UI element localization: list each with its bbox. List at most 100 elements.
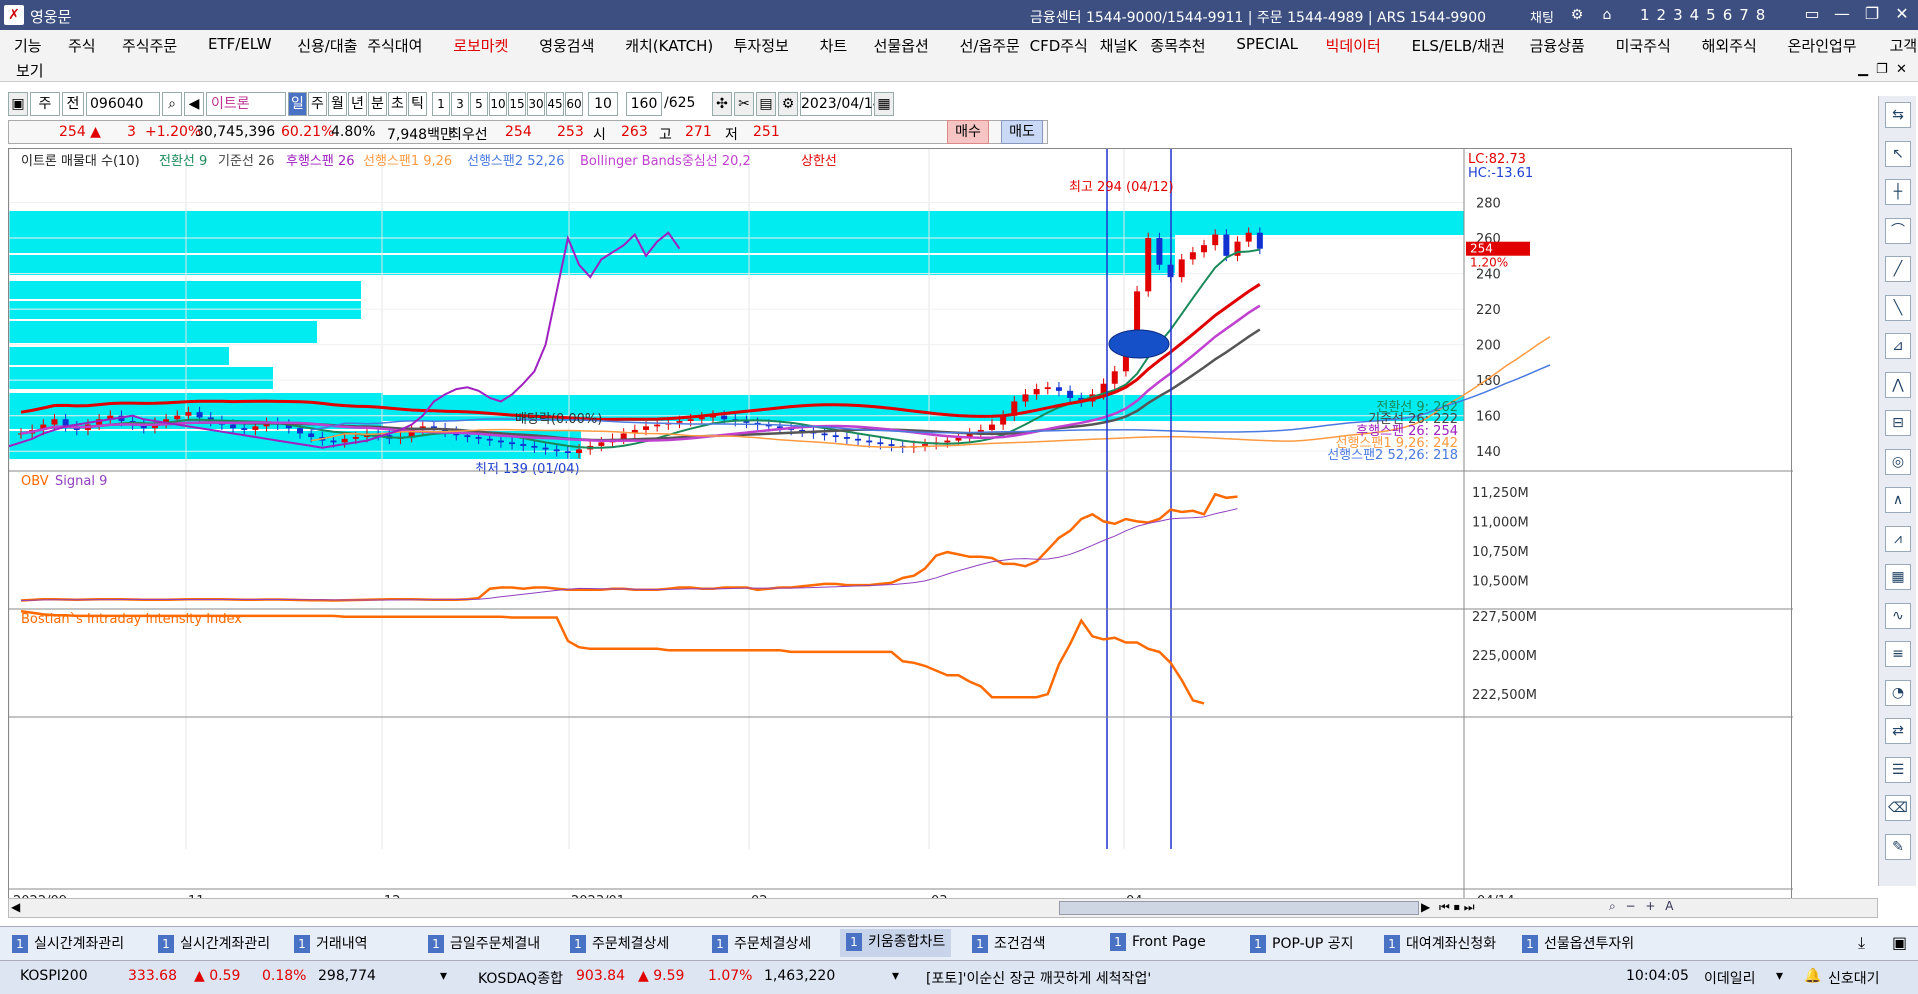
task-tab[interactable]: 1 POP-UP 공지 [1250,933,1354,953]
screen-number-tabs[interactable]: 12345678 [1640,6,1772,24]
compass-icon[interactable]: ◔ [1885,679,1911,706]
task-tab[interactable]: 1 조건검색 [972,933,1046,953]
layout-icon[interactable]: ▣ [8,92,28,116]
menu-item[interactable]: 선/옵주문 [960,35,1020,56]
cursor-icon[interactable]: ↖ [1885,140,1911,167]
interval-tab[interactable]: 일 [288,92,307,116]
task-tab[interactable]: 1 실시간계좌관리 [12,933,124,953]
minute-option[interactable]: 15 [508,92,526,116]
menu-item[interactable]: ETF/ELW [208,35,272,53]
pattern-icon[interactable]: ⩘ [1885,525,1911,552]
download-icon[interactable]: ⤓ [1858,933,1865,953]
fibo-icon[interactable]: ⊿ [1885,333,1911,359]
news-ticker[interactable]: [포토]'이순신 장군 깨끗하게 세척작업' [926,968,1151,988]
menu-item[interactable]: SPECIAL [1236,35,1298,53]
menu-item[interactable]: 기능 [14,35,42,56]
chat-button[interactable]: 채팅 [1530,7,1554,26]
fan-icon[interactable]: ⋀ [1885,371,1911,398]
menu-item[interactable]: 미국주식 [1616,35,1671,56]
signal-status[interactable]: 신호대기 [1828,968,1880,988]
kosdaq-select-icon[interactable]: ▾ [440,968,447,984]
interval-tab[interactable]: 초 [388,92,407,116]
wave-icon[interactable]: ∿ [1885,602,1911,629]
menu-item[interactable]: 주식주문 [122,35,177,56]
maximize-icon[interactable]: ❐ [1860,4,1884,23]
menu-item[interactable]: 주식대여 [367,35,422,56]
interval-tab[interactable]: 년 [348,92,367,116]
menu-item[interactable]: CFD주식 [1030,35,1088,56]
menu-item[interactable]: ELS/ELB/채권 [1412,35,1505,56]
task-tab[interactable]: 1 키움종합차트 [840,929,952,957]
task-tab[interactable]: 1 선물옵션투자위 [1522,933,1634,953]
peak-icon[interactable]: ∧ [1885,487,1911,513]
stock-name-field[interactable]: 이트론 [206,92,286,116]
menu-item[interactable]: 채널K [1100,35,1137,56]
crosshair-icon[interactable]: ✣ [712,92,732,116]
menu-item[interactable]: 주식 [68,35,96,56]
menu-item[interactable]: 빅데이터 [1326,35,1381,56]
bell-icon[interactable]: 🔔 [1804,968,1821,984]
stock-code-input[interactable]: 096040 [86,92,160,116]
task-tab[interactable]: 1 거래내역 [294,933,368,953]
minute-option[interactable]: 1 [432,92,450,116]
task-tab[interactable]: 1 Front Page [1110,933,1206,951]
sell-button[interactable]: 매도 [1001,120,1043,144]
minute-option[interactable]: 60 [565,92,583,116]
interval-tab[interactable]: 주 [308,92,327,116]
chart-area[interactable]: 140 160 180 200 220 240 260 280 이트론 매물대 수(10) 전환선… [0,148,1793,909]
minute-option[interactable]: 10 [489,92,507,116]
channel-icon[interactable]: ╱ [1885,256,1911,282]
grid-icon[interactable]: ▦ [1885,564,1911,590]
layers-icon[interactable]: ≡ [1885,641,1911,667]
task-tab[interactable]: 1 대여계좌신청화 [1384,933,1496,953]
index-select-icon[interactable]: ▾ [892,968,899,984]
trendline-icon[interactable]: ⌒ [1885,217,1911,244]
count-input[interactable]: 160 [626,92,662,116]
close-icon[interactable]: ✕ [1890,4,1914,23]
date-input[interactable]: 2023/04/14 [800,92,882,116]
screen-icon[interactable]: ▣ [1892,933,1907,952]
scroll-left-icon[interactable]: ◀ [11,900,20,914]
menu-item[interactable]: 해외주식 [1702,35,1757,56]
calendar-icon[interactable]: ▦ [874,92,894,116]
task-tab[interactable]: 1 실시간계좌관리 [158,933,270,953]
task-tab[interactable]: 1 주문체결상세 [570,933,669,953]
home-icon[interactable]: ⌂ [1598,6,1616,24]
menu-item[interactable]: 차트 [820,35,848,56]
menu-item[interactable]: 신용/대출 [297,35,357,56]
scroll-thumb[interactable] [1059,901,1419,915]
crosshair-icon[interactable]: ┼ [1885,179,1911,205]
menu-item[interactable]: 고객서비스 [1890,35,1918,56]
swap-icon[interactable]: ⇄ [1885,718,1911,744]
gann-icon[interactable]: ⊟ [1885,410,1911,436]
pen-icon[interactable]: ✎ [1885,833,1911,860]
menu-item[interactable]: 영웅검색 [539,35,594,56]
menu-item[interactable]: 투자정보 [734,35,789,56]
interval-tab[interactable]: 틱 [408,92,427,116]
menu-item-view[interactable]: 보기 [16,60,44,81]
minute-option[interactable]: 5 [470,92,488,116]
menu-item[interactable]: 캐치(KATCH) [625,35,713,56]
zoom-tools[interactable]: ⌕ − + A [1609,899,1676,914]
sub-close-icon[interactable]: ✕ [1896,62,1907,77]
cycle-icon[interactable]: ◎ [1885,448,1911,475]
tool-icon[interactable]: ✂ [734,92,754,116]
list-icon[interactable]: ☰ [1885,756,1911,783]
minute-option[interactable]: 45 [546,92,564,116]
menu-item[interactable]: 온라인업무 [1788,35,1857,56]
minute-option[interactable]: 30 [527,92,545,116]
sub-minimize-icon[interactable]: ▁ [1858,62,1868,77]
minute-option[interactable]: 3 [451,92,469,116]
chart-type-icon[interactable]: ⇆ [1885,102,1911,128]
scroll-right-icon[interactable]: ▶ [1421,900,1430,914]
source-select-icon[interactable]: ▾ [1776,968,1783,984]
menu-item[interactable]: 금융상품 [1530,35,1585,56]
sub-restore-icon[interactable]: ❐ [1876,62,1888,77]
settings-icon[interactable]: ⚙ [1568,6,1586,24]
scroll-nav-icons[interactable]: ⏮⏹⏭ [1439,900,1479,915]
menu-item[interactable]: 로보마켓 [453,35,508,56]
buy-button[interactable]: 매수 [947,120,989,144]
interval-tab[interactable]: 분 [368,92,387,116]
restore-window-icon[interactable]: ▭ [1800,4,1824,23]
menu-item[interactable]: 선물옵션 [874,35,929,56]
